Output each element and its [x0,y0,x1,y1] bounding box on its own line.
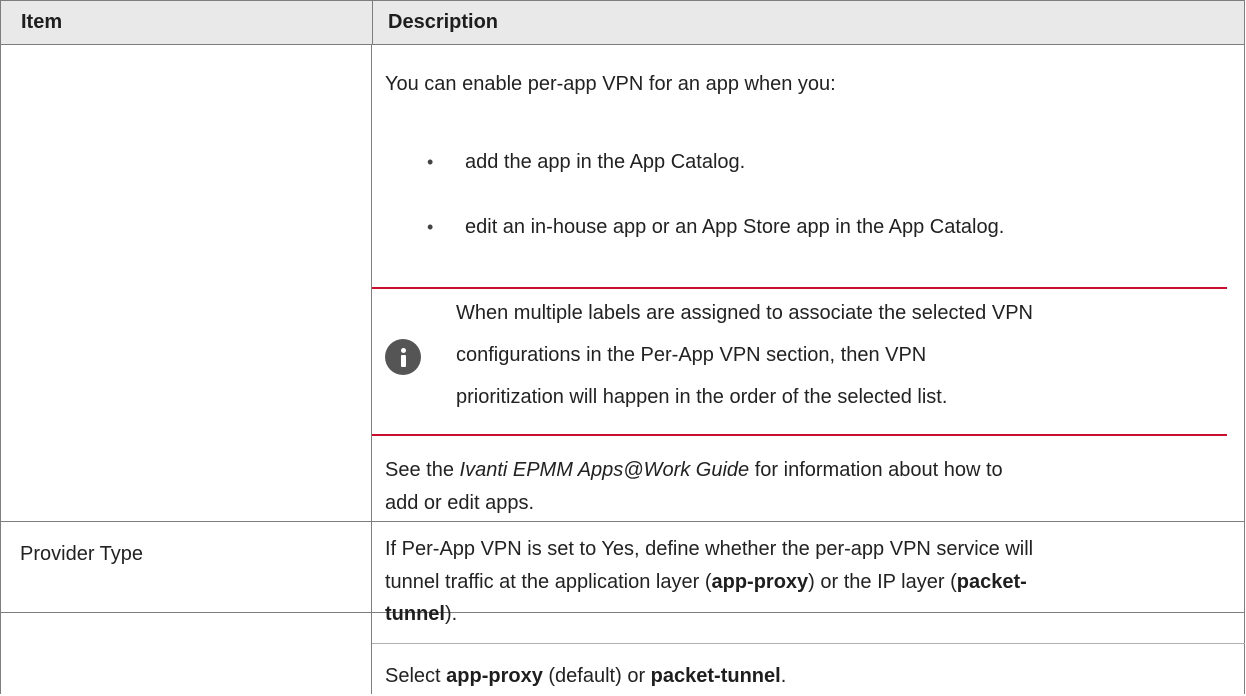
guide-title: Ivanti EPMM Apps@Work Guide [459,459,750,481]
row-divider [0,521,1245,522]
see-prefix: See the [385,459,460,481]
note-line-2: configurations in the Per-App VPN sectio… [456,344,927,366]
bullet-icon: • [427,217,434,237]
header-description: Description [388,11,499,33]
app-proxy-term: app-proxy [711,571,809,593]
provider-desc-line-1: If Per-App VPN is set to Yes, define whe… [385,538,1034,560]
note-top-rule [372,287,1227,289]
bullet-item-2: edit an in-house app or an App Store app… [465,216,1005,238]
row1-intro-text: You can enable per-app VPN for an app wh… [385,73,836,95]
packet-tunnel-option: packet-tunnel [650,665,781,687]
app-proxy-option: app-proxy [446,665,543,687]
provider-desc-line-3: tunnel). [385,603,458,625]
bullet-item-1: add the app in the App Catalog. [465,151,746,173]
paragraph-separator [372,643,1245,644]
info-icon [385,339,421,375]
bullet-icon: • [427,152,434,172]
description-table: Item Description You can enable per-app … [0,0,1245,694]
row2-item: Provider Type [20,543,144,565]
provider-desc-line-2: tunnel traffic at the application layer … [385,571,1027,593]
note-line-3: prioritization will happen in the order … [456,386,948,408]
table-header-row: Item Description [0,0,1245,45]
column-divider [371,44,372,694]
header-divider [372,1,373,44]
note-line-1: When multiple labels are assigned to ass… [456,302,1033,324]
packet-tunnel-term: packet- [956,571,1027,593]
see-suffix: for information about how to [749,459,1003,481]
table-right-border [1244,44,1245,694]
table-left-border [0,44,1,694]
see-guide-line-2: add or edit apps. [385,492,534,514]
note-bottom-rule [372,434,1227,436]
provider-select-line: Select app-proxy (default) or packet-tun… [385,665,787,687]
header-item: Item [21,11,63,33]
see-guide-line-1: See the Ivanti EPMM Apps@Work Guide for … [385,454,1003,486]
row-divider [0,612,1245,613]
